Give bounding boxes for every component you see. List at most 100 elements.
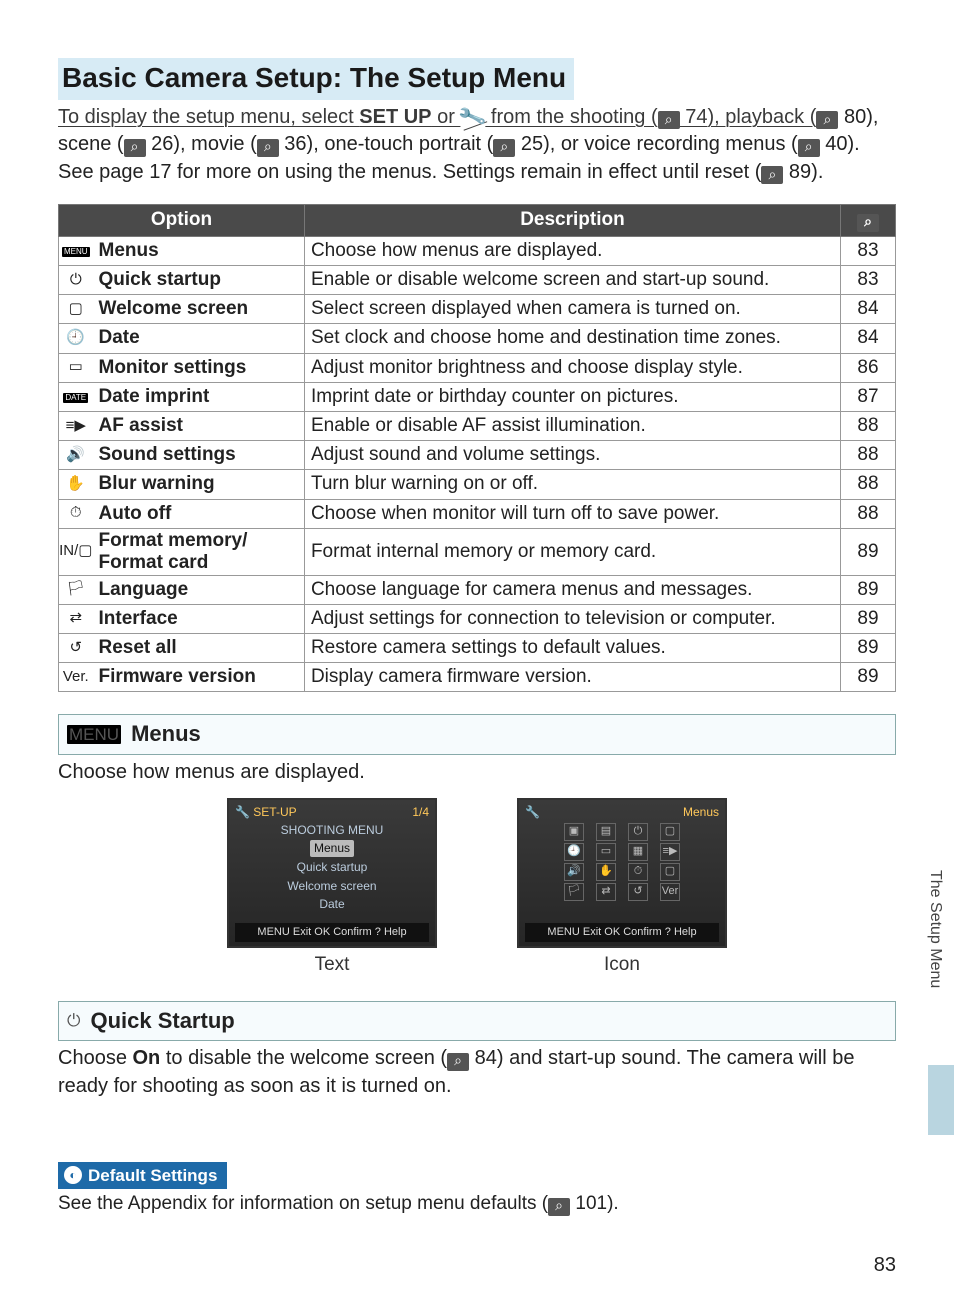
bulb-icon: ◐	[64, 1166, 82, 1184]
page-ref-icon	[857, 214, 879, 232]
page-number: 83	[874, 1252, 896, 1280]
option-page: 89	[841, 663, 896, 692]
section-quick-startup: ⏻ Quick Startup	[58, 1001, 896, 1041]
table-row: ⏱Auto offChoose when monitor will turn o…	[59, 499, 896, 528]
option-icon: Ver.	[59, 663, 93, 692]
option-name: Monitor settings	[93, 353, 305, 382]
menus-screenshots: 🔧 SET-UP1/4 SHOOTING MENU Menus Quick st…	[58, 798, 896, 978]
page-title: Basic Camera Setup: The Setup Menu	[58, 58, 574, 100]
section-heading: Menus	[131, 719, 201, 749]
table-row: 🕘DateSet clock and choose home and desti…	[59, 324, 896, 353]
menu-icon: MENU	[67, 725, 121, 744]
option-icon: ↺	[59, 633, 93, 662]
option-page: 88	[841, 470, 896, 499]
quick-startup-body: Choose On to disable the welcome screen …	[58, 1045, 896, 1100]
option-description: Choose how menus are displayed.	[304, 236, 840, 265]
option-name: Auto off	[93, 499, 305, 528]
intro-paragraph: To display the setup menu, select SET UP…	[58, 104, 896, 187]
page-ref-icon	[658, 111, 680, 129]
col-description: Description	[304, 205, 840, 236]
option-icon: ▭	[59, 353, 93, 382]
option-icon: ▢	[59, 295, 93, 324]
option-description: Turn blur warning on or off.	[304, 470, 840, 499]
page-title-text: Basic Camera Setup: The Setup Menu	[62, 59, 566, 98]
option-name: Firmware version	[93, 663, 305, 692]
col-option: Option	[59, 205, 305, 236]
option-name: Quick startup	[93, 265, 305, 294]
option-description: Adjust monitor brightness and choose dis…	[304, 353, 840, 382]
page-ref-icon	[798, 139, 820, 157]
option-icon: ⇄	[59, 604, 93, 633]
caption-text: Text	[227, 952, 437, 978]
option-page: 88	[841, 499, 896, 528]
option-name: Format memory/ Format card	[93, 528, 305, 575]
option-page: 84	[841, 295, 896, 324]
option-page: 86	[841, 353, 896, 382]
option-description: Choose when monitor will turn off to sav…	[304, 499, 840, 528]
option-name: Date	[93, 324, 305, 353]
options-table: Option Description MENUMenusChoose how m…	[58, 204, 896, 692]
page-ref-icon	[816, 111, 838, 129]
option-name: AF assist	[93, 411, 305, 440]
side-tab-block	[928, 1065, 954, 1135]
option-page: 84	[841, 324, 896, 353]
table-row: 🔊Sound settingsAdjust sound and volume s…	[59, 441, 896, 470]
option-description: Format internal memory or memory card.	[304, 528, 840, 575]
page-ref-icon	[124, 139, 146, 157]
lcd-icon-mode: 🔧Menus ▣▤⏻▢ 🕘▭▦≡▶ 🔊✋⏱▢ 🏳⇄↺Ver MENU Exit …	[517, 798, 727, 948]
option-page: 88	[841, 411, 896, 440]
section-heading: Quick Startup	[90, 1006, 234, 1036]
option-page: 83	[841, 265, 896, 294]
lcd-text-mode: 🔧 SET-UP1/4 SHOOTING MENU Menus Quick st…	[227, 798, 437, 948]
option-name: Menus	[93, 236, 305, 265]
table-row: ▭Monitor settingsAdjust monitor brightne…	[59, 353, 896, 382]
option-name: Language	[93, 575, 305, 604]
option-icon: DATE	[59, 382, 93, 411]
info-heading: Default Settings	[88, 1164, 217, 1187]
section-menus: MENU Menus	[58, 714, 896, 754]
option-page: 88	[841, 441, 896, 470]
section-subtitle: Choose how menus are displayed.	[58, 759, 896, 787]
option-icon: ⏻	[59, 265, 93, 294]
side-tab-label: The Setup Menu	[924, 870, 946, 988]
table-row: ▢Welcome screenSelect screen displayed w…	[59, 295, 896, 324]
option-icon: 🕘	[59, 324, 93, 353]
option-page: 83	[841, 236, 896, 265]
intro-text: To display the setup menu, select	[58, 106, 359, 128]
option-name: Blur warning	[93, 470, 305, 499]
option-name: Reset all	[93, 633, 305, 662]
option-description: Enable or disable AF assist illumination…	[304, 411, 840, 440]
page-ref-icon	[493, 139, 515, 157]
option-description: Adjust settings for connection to televi…	[304, 604, 840, 633]
option-name: Sound settings	[93, 441, 305, 470]
option-description: Choose language for camera menus and mes…	[304, 575, 840, 604]
option-icon: ≡▶	[59, 411, 93, 440]
table-row: ⇄InterfaceAdjust settings for connection…	[59, 604, 896, 633]
table-row: 🏳LanguageChoose language for camera menu…	[59, 575, 896, 604]
option-icon: ⏱	[59, 499, 93, 528]
option-page: 89	[841, 604, 896, 633]
page-ref-icon	[257, 139, 279, 157]
option-name: Date imprint	[93, 382, 305, 411]
table-row: ⏻Quick startupEnable or disable welcome …	[59, 265, 896, 294]
option-description: Select screen displayed when camera is t…	[304, 295, 840, 324]
option-description: Imprint date or birthday counter on pict…	[304, 382, 840, 411]
table-row: MENUMenusChoose how menus are displayed.…	[59, 236, 896, 265]
option-icon: 🔊	[59, 441, 93, 470]
option-icon: ✋	[59, 470, 93, 499]
option-name: Interface	[93, 604, 305, 633]
table-row: DATEDate imprintImprint date or birthday…	[59, 382, 896, 411]
table-row: Ver.Firmware versionDisplay camera firmw…	[59, 663, 896, 692]
option-icon: MENU	[59, 236, 93, 265]
option-page: 87	[841, 382, 896, 411]
caption-icon: Icon	[517, 952, 727, 978]
col-page	[841, 205, 896, 236]
table-row: ✋Blur warningTurn blur warning on or off…	[59, 470, 896, 499]
option-description: Display camera firmware version.	[304, 663, 840, 692]
option-description: Adjust sound and volume settings.	[304, 441, 840, 470]
option-icon: 🏳	[59, 575, 93, 604]
option-page: 89	[841, 528, 896, 575]
option-description: Enable or disable welcome screen and sta…	[304, 265, 840, 294]
table-row: IN/▢Format memory/ Format cardFormat int…	[59, 528, 896, 575]
page-ref-icon	[761, 166, 783, 184]
